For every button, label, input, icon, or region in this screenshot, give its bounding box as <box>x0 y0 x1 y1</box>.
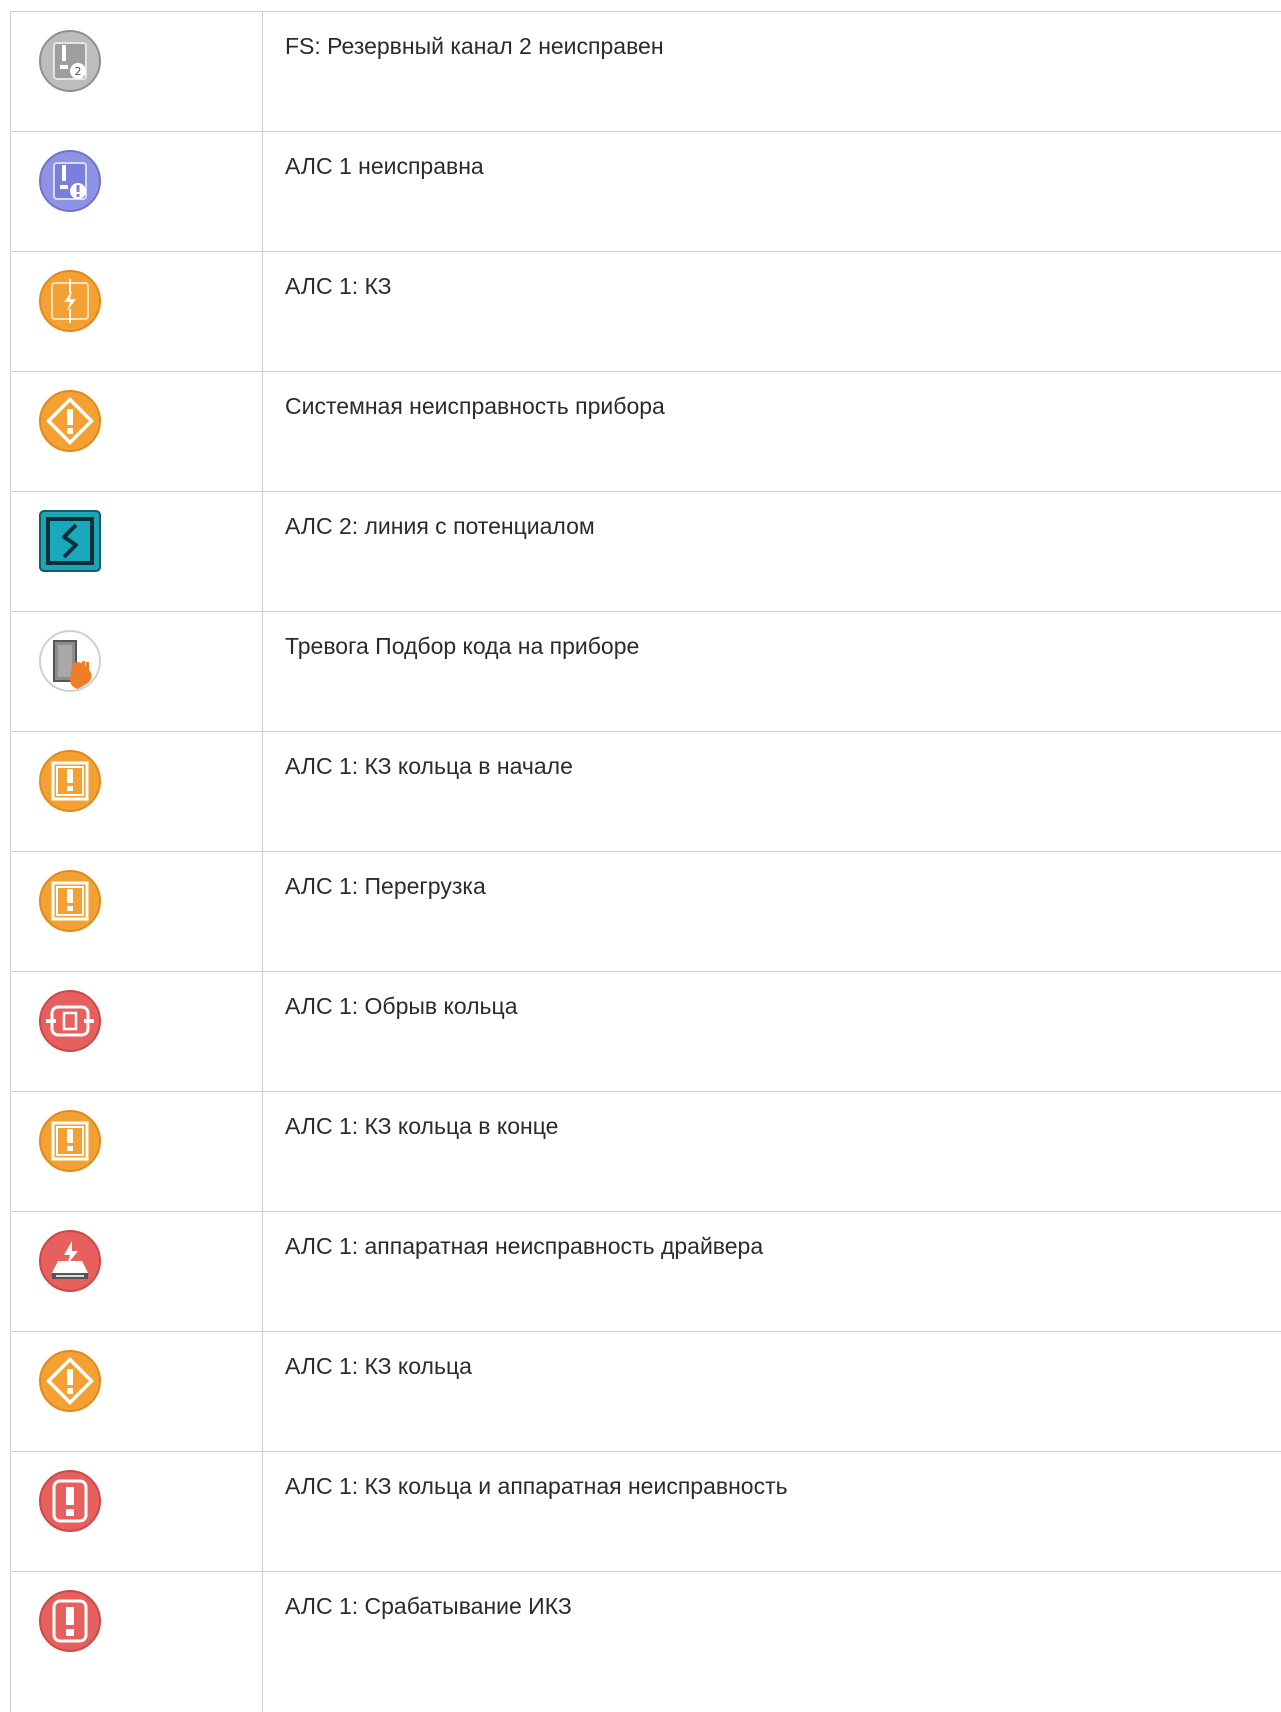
short-circuit-icon <box>39 270 101 332</box>
icon-cell <box>10 972 263 1091</box>
icon-cell <box>10 1452 263 1571</box>
icon-cell <box>10 252 263 371</box>
table-row: АЛС 1: КЗ кольца и аппаратная неисправно… <box>10 1452 1281 1572</box>
icon-cell <box>10 1212 263 1331</box>
event-label: АЛС 1 неисправна <box>285 153 484 179</box>
table-row: АЛС 1: аппаратная неисправность драйвера <box>10 1212 1281 1332</box>
table-row: АЛС 1 неисправна <box>10 132 1281 252</box>
icon-cell <box>10 732 263 851</box>
event-label: АЛС 1: КЗ кольца и аппаратная неисправно… <box>285 1473 788 1499</box>
event-label: АЛС 1: аппаратная неисправность драйвера <box>285 1233 764 1259</box>
table-row: Тревога Подбор кода на приборе <box>10 612 1281 732</box>
table-row: Системная неисправность прибора <box>10 372 1281 492</box>
code-guessing-alarm-icon <box>39 630 101 692</box>
event-label: АЛС 1: КЗ кольца в начале <box>285 753 573 779</box>
backup-channel-fault-icon: 2 <box>39 30 101 92</box>
table-row: АЛС 1: КЗ <box>10 252 1281 372</box>
icon-cell <box>10 492 263 611</box>
table-row: АЛС 2: линия с потенциалом <box>10 492 1281 612</box>
icon-cell <box>10 612 263 731</box>
event-label: АЛС 2: линия с потенциалом <box>285 513 595 539</box>
table-row: АЛС 1: КЗ кольца в конце <box>10 1092 1281 1212</box>
icon-cell <box>10 1092 263 1211</box>
ring-break-icon <box>39 990 101 1052</box>
event-label: АЛС 1: КЗ <box>285 273 392 299</box>
svg-text:2: 2 <box>75 65 82 78</box>
event-label: АЛС 1: КЗ кольца <box>285 1353 472 1379</box>
table-row: АЛС 1: КЗ кольца <box>10 1332 1281 1452</box>
event-label: АЛС 1: Обрыв кольца <box>285 993 518 1019</box>
event-label: АЛС 1: Перегрузка <box>285 873 486 899</box>
ring-short-hardware-fault-icon <box>39 1470 101 1532</box>
icon-cell <box>10 132 263 251</box>
icon-cell <box>10 852 263 971</box>
event-label: АЛС 1: КЗ кольца в конце <box>285 1113 559 1139</box>
system-fault-icon <box>39 390 101 452</box>
status-table: 2 FS: Резервный канал 2 неисправен АЛС 1… <box>10 11 1281 1712</box>
icon-cell <box>10 372 263 491</box>
icon-cell <box>10 1332 263 1451</box>
event-label: Тревога Подбор кода на приборе <box>285 633 640 659</box>
ring-short-icon <box>39 1350 101 1412</box>
table-row: АЛС 1: Перегрузка <box>10 852 1281 972</box>
table-row: 2 FS: Резервный канал 2 неисправен <box>10 12 1281 132</box>
event-label: FS: Резервный канал 2 неисправен <box>285 33 664 59</box>
table-row: АЛС 1: КЗ кольца в начале <box>10 732 1281 852</box>
event-label: АЛС 1: Срабатывание ИКЗ <box>285 1593 572 1619</box>
icon-cell: 2 <box>10 12 263 131</box>
table-row: АЛС 1: Срабатывание ИКЗ <box>10 1572 1281 1712</box>
overload-icon <box>39 870 101 932</box>
ring-short-end-icon <box>39 1110 101 1172</box>
driver-hardware-fault-icon <box>39 1230 101 1292</box>
line-fault-icon <box>39 150 101 212</box>
table-row: АЛС 1: Обрыв кольца <box>10 972 1281 1092</box>
line-potential-icon <box>39 510 101 572</box>
ikz-trigger-icon <box>39 1590 101 1652</box>
ring-short-start-icon <box>39 750 101 812</box>
icon-cell <box>10 1572 263 1712</box>
event-label: Системная неисправность прибора <box>285 393 665 419</box>
